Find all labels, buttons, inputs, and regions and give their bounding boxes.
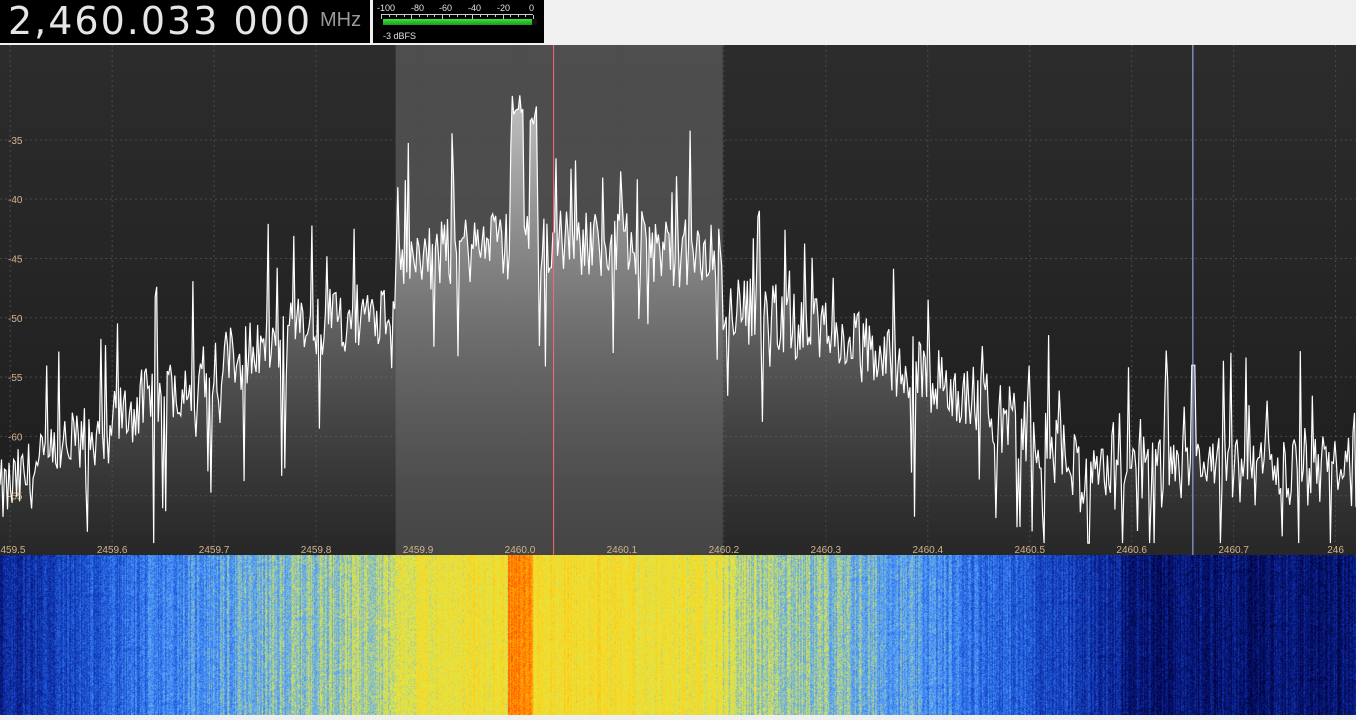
y-tick-label: -35 <box>8 136 23 147</box>
meter-tick <box>517 15 519 17</box>
x-tick-label: 2459.6 <box>97 545 128 555</box>
x-tick-label: 2460.2 <box>709 545 740 555</box>
meter-tick <box>464 15 466 17</box>
meter-tick <box>457 15 458 17</box>
meter-level-bar <box>383 19 533 25</box>
x-tick-label: 2460.7 <box>1218 545 1249 555</box>
x-tick-label: 2459.9 <box>403 545 434 555</box>
x-tick-label: 2459.7 <box>199 545 230 555</box>
x-tick-label: 2460.1 <box>607 545 638 555</box>
y-tick-label: -50 <box>8 314 23 325</box>
meter-tick <box>487 15 489 17</box>
meter-tick <box>525 15 527 17</box>
toolbar: 2,460.033 000 MHz -100 -80 -60 -40 -20 0… <box>0 0 1356 45</box>
frequency-display[interactable]: 2,460.033 000 MHz <box>0 0 370 43</box>
meter-scale-label: -80 <box>411 3 425 13</box>
meter-tick <box>510 15 512 17</box>
x-tick-label: 2459.8 <box>301 545 332 555</box>
x-tick-label: 2460.4 <box>912 545 943 555</box>
x-tick-label: 2460.5 <box>1014 545 1045 555</box>
y-tick-label: -65 <box>8 492 23 503</box>
meter-scale-label: 0 <box>529 3 535 13</box>
meter-scale-label: -40 <box>468 3 482 13</box>
y-tick-label: -55 <box>8 373 23 384</box>
meter-tick <box>403 15 405 17</box>
frequency-digits[interactable]: 2,460.033 000 <box>8 0 312 43</box>
x-tick-label: 2460.6 <box>1116 545 1147 555</box>
y-tick-label: -60 <box>8 432 23 443</box>
meter-scale-label: -100 <box>377 3 396 13</box>
y-tick-label: -45 <box>8 254 23 265</box>
meter-scale-label: -20 <box>497 3 511 13</box>
meter-tick <box>479 15 481 17</box>
meter-tick <box>419 15 420 17</box>
meter-tick <box>388 15 390 17</box>
meter-tick <box>495 15 496 17</box>
waterfall-canvas[interactable] <box>0 555 1356 715</box>
waterfall-display[interactable] <box>0 555 1356 715</box>
spectrum-svg[interactable]: -35 -40 -45 -50 -55 -60 -65 2459.5 2459.6 2459.7 2… <box>0 45 1356 555</box>
meter-tick <box>434 15 436 17</box>
x-tick-label: 246 <box>1327 545 1344 555</box>
spectrum-plot[interactable]: -35 -40 -45 -50 -55 -60 -65 2459.5 2459.6 2459.7 2… <box>0 45 1356 555</box>
frequency-unit: MHz <box>320 9 362 31</box>
meter-tick <box>449 15 451 17</box>
meter-scale-label: -60 <box>439 3 453 13</box>
y-tick-label: -40 <box>8 195 23 206</box>
meter-tick <box>396 15 398 17</box>
meter-tick <box>426 15 428 17</box>
signal-meter: -100 -80 -60 -40 -20 0 -3 dBFS <box>373 0 544 43</box>
meter-tick <box>381 15 382 19</box>
x-tick-label: 2460.0 <box>505 545 536 555</box>
x-tick-label: 2459.5 <box>0 545 26 555</box>
meter-readout: -3 dBFS <box>383 31 417 41</box>
x-tick-label: 2460.3 <box>811 545 842 555</box>
